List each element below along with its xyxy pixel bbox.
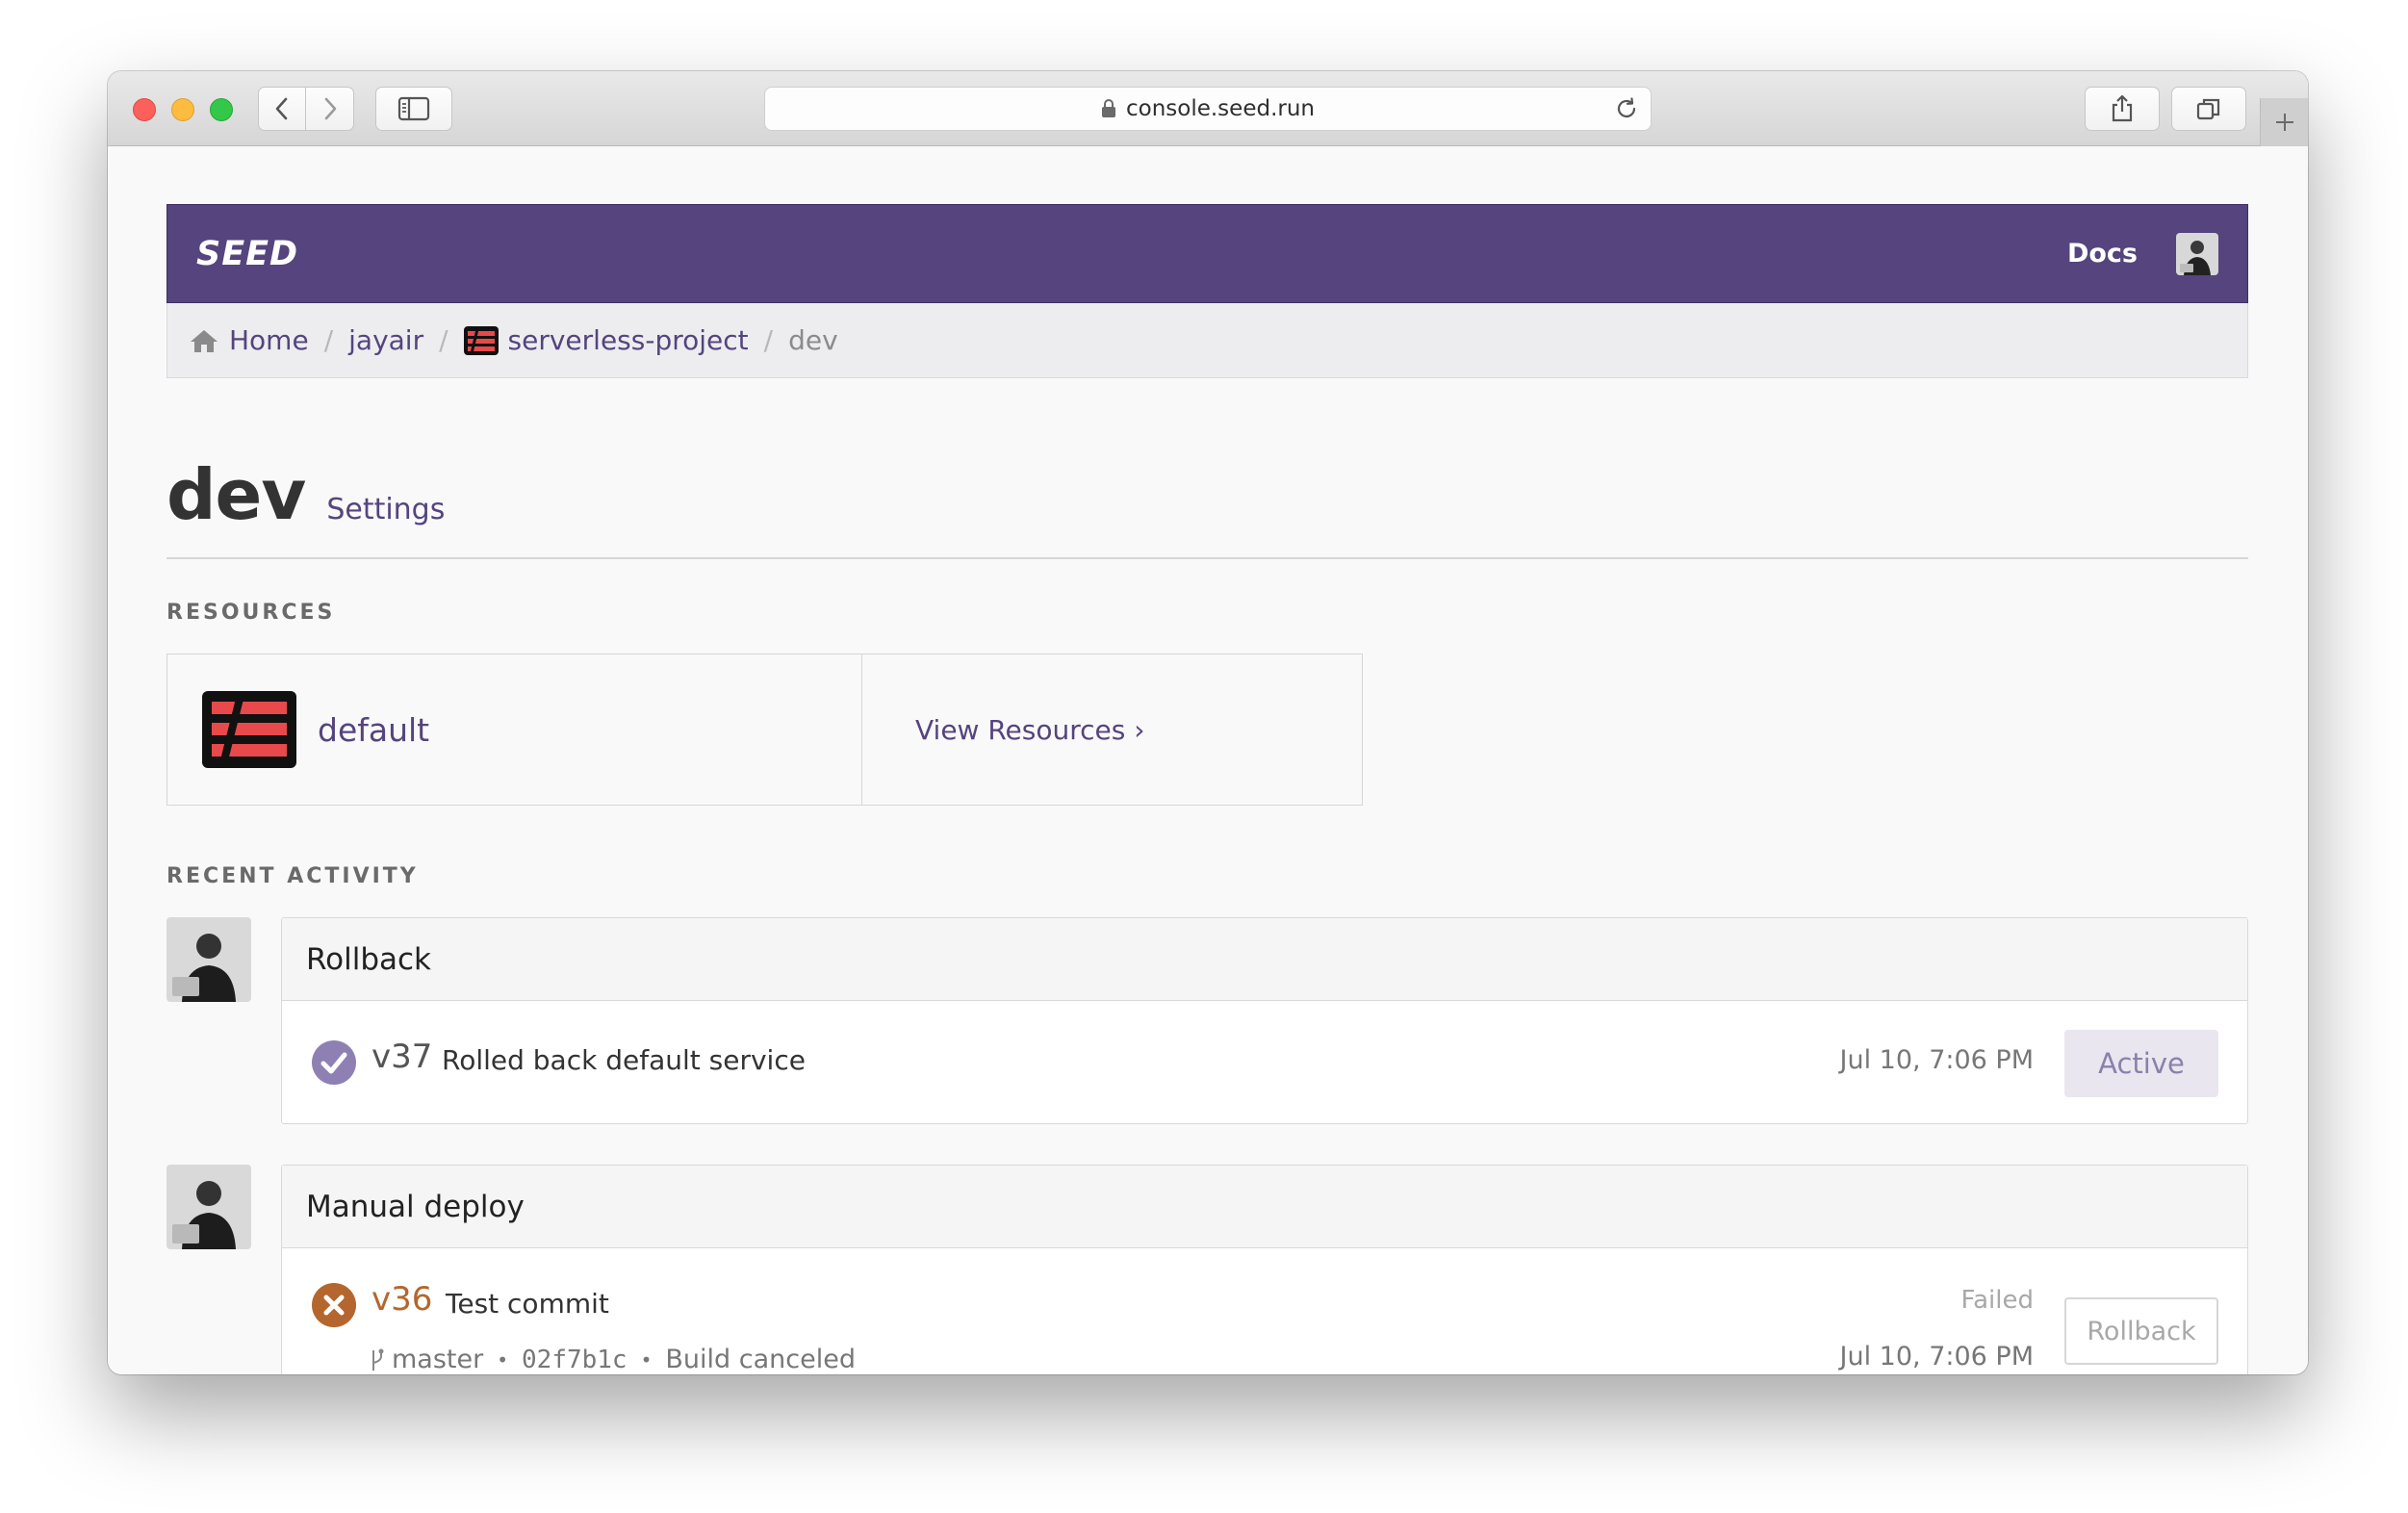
sidebar-icon xyxy=(397,96,430,121)
breadcrumb-home-label: Home xyxy=(229,324,309,356)
breadcrumb-separator: / xyxy=(763,324,774,356)
serverless-icon xyxy=(463,325,499,355)
build-message: Rolled back default service xyxy=(442,1044,806,1076)
service-name[interactable]: default xyxy=(318,711,429,749)
back-button[interactable] xyxy=(258,87,306,131)
breadcrumb-org[interactable]: jayair xyxy=(348,324,423,356)
breadcrumb-project[interactable]: serverless-project xyxy=(463,324,749,356)
activity-card: Manual deploy v36 Test commit master • 0… xyxy=(281,1165,2248,1374)
active-status-badge: Active xyxy=(2064,1030,2218,1097)
forward-button[interactable] xyxy=(306,87,354,131)
activity-type: Manual deploy xyxy=(282,1166,2247,1248)
lock-icon xyxy=(1101,99,1116,118)
build-timestamp: Jul 10, 7:06 PM xyxy=(1839,1342,2034,1372)
minimize-window-button[interactable] xyxy=(171,98,194,121)
view-resources-cell: View Resources › xyxy=(862,654,1362,805)
tabs-icon xyxy=(2196,98,2220,120)
activity-row[interactable]: v36 Test commit master • 02f7b1c • Build… xyxy=(282,1248,2247,1374)
check-circle-icon xyxy=(312,1040,356,1085)
activity-type: Rollback xyxy=(282,918,2247,1001)
address-url: console.seed.run xyxy=(1125,96,1315,121)
top-navbar: SEED Docs xyxy=(167,204,2248,303)
commit-sha[interactable]: 02f7b1c xyxy=(522,1346,628,1374)
build-meta: master • 02f7b1c • Build canceled xyxy=(369,1345,856,1374)
breadcrumb-separator: / xyxy=(323,324,334,356)
browser-toolbar: console.seed.run xyxy=(108,71,2308,146)
browser-window: console.seed.run SEED Docs Home / jayair… xyxy=(108,71,2308,1374)
resources-card: default View Resources › xyxy=(167,654,1363,806)
address-bar[interactable]: console.seed.run xyxy=(764,87,1652,131)
branch-name[interactable]: master xyxy=(392,1345,483,1374)
close-window-button[interactable] xyxy=(133,98,156,121)
rollback-button[interactable]: Rollback xyxy=(2064,1297,2218,1365)
zoom-window-button[interactable] xyxy=(210,98,233,121)
build-version[interactable]: v36 xyxy=(371,1280,432,1319)
navbar-right: Docs xyxy=(2067,232,2218,275)
chevron-right-icon xyxy=(324,97,336,120)
meta-separator: • xyxy=(640,1347,653,1372)
header-divider xyxy=(167,557,2248,559)
settings-link[interactable]: Settings xyxy=(326,493,445,526)
docs-link[interactable]: Docs xyxy=(2067,239,2138,269)
page-title: dev xyxy=(167,454,306,535)
serverless-service-icon xyxy=(202,691,296,768)
home-icon xyxy=(189,327,219,354)
view-resources-link[interactable]: View Resources › xyxy=(915,714,1144,746)
breadcrumb-home[interactable]: Home xyxy=(189,324,309,356)
git-branch-icon xyxy=(369,1347,386,1372)
breadcrumb-separator: / xyxy=(439,324,448,356)
build-detail: Build canceled xyxy=(665,1345,856,1374)
sidebar-toggle-button[interactable] xyxy=(375,87,452,131)
build-status: Failed xyxy=(1960,1286,2034,1315)
activity-avatar xyxy=(167,917,251,1002)
page-header: dev Settings xyxy=(167,454,445,535)
activity-card: Rollback v37 Rolled back default service… xyxy=(281,917,2248,1124)
share-button[interactable] xyxy=(2085,87,2160,131)
plus-icon xyxy=(2275,114,2293,131)
page-content: SEED Docs Home / jayair / serverless-pro… xyxy=(108,146,2308,1374)
user-avatar[interactable] xyxy=(2176,232,2218,275)
show-tabs-button[interactable] xyxy=(2171,87,2246,131)
chevron-left-icon xyxy=(275,97,288,120)
build-timestamp: Jul 10, 7:06 PM xyxy=(1839,1045,2034,1075)
breadcrumb-project-label: serverless-project xyxy=(507,324,749,356)
seed-logo[interactable]: SEED xyxy=(196,235,298,273)
build-version[interactable]: v37 xyxy=(371,1038,432,1076)
breadcrumb: Home / jayair / serverless-project / dev xyxy=(167,303,2248,378)
resources-section-label: RESOURCES xyxy=(167,601,336,625)
reload-icon[interactable] xyxy=(1614,96,1639,121)
meta-separator: • xyxy=(497,1347,509,1372)
activity-section-label: RECENT ACTIVITY xyxy=(167,864,419,888)
new-tab-button[interactable] xyxy=(2260,98,2308,146)
share-icon xyxy=(2112,94,2133,122)
breadcrumb-stage: dev xyxy=(788,324,838,356)
build-message: Test commit xyxy=(446,1288,609,1320)
activity-row[interactable]: v37 Rolled back default service Jul 10, … xyxy=(282,1001,2247,1123)
x-circle-icon xyxy=(312,1283,356,1327)
activity-avatar xyxy=(167,1165,251,1249)
service-item[interactable]: default xyxy=(167,654,862,805)
